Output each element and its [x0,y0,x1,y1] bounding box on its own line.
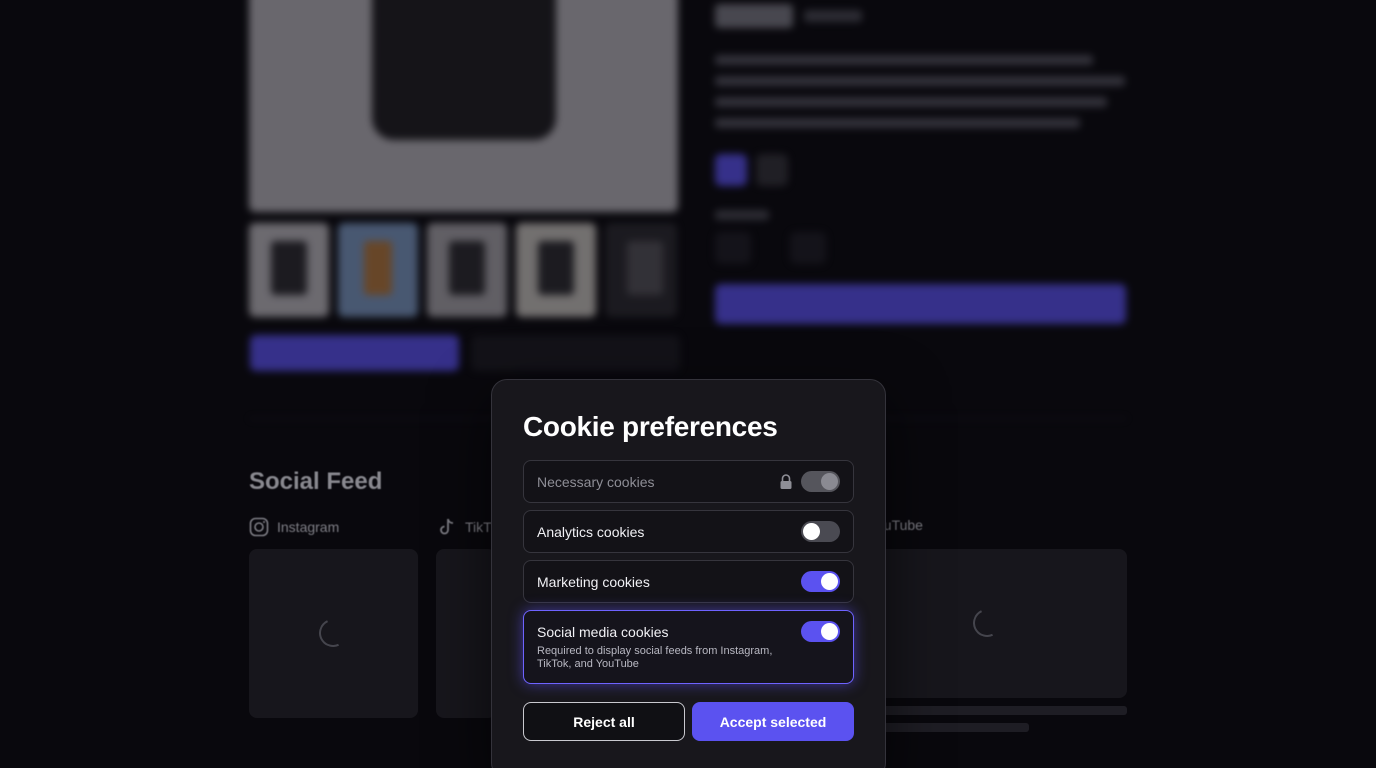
loading-spinner-icon [969,605,1005,641]
feed-column-tiktok: TikT [437,517,492,537]
option-label: Marketing cookies [537,574,650,590]
analytics-cookies-toggle[interactable] [801,521,840,542]
instagram-feed-card [249,549,418,718]
loading-spinner-icon [315,615,351,651]
cookie-preferences-modal: Cookie preferences Necessary cookies Ana… [491,379,886,768]
feed-column-instagram: Instagram [249,517,339,537]
modal-title: Cookie preferences [523,411,778,442]
option-label: Analytics cookies [537,524,645,540]
accept-selected-button[interactable]: Accept selected [692,702,854,741]
social-feed-title: Social Feed [249,468,383,495]
marketing-cookies-toggle[interactable] [801,571,840,592]
feed-column-label: Instagram [277,519,340,535]
youtube-placeholder-line [876,723,1029,732]
tiktok-feed-card [436,549,496,718]
reject-all-button[interactable]: Reject all [523,702,685,741]
tiktok-icon [440,518,454,535]
option-label: Necessary cookies [537,474,655,490]
option-description: Required to display social feeds from In… [537,645,773,670]
instagram-icon [249,517,269,537]
option-necessary-cookies: Necessary cookies [523,460,854,503]
option-marketing-cookies[interactable]: Marketing cookies [523,560,854,603]
necessary-cookies-toggle [801,471,840,492]
social-media-cookies-toggle[interactable] [801,621,840,642]
youtube-feed-card [870,549,1127,698]
option-label: Social media cookies [537,624,669,640]
lock-icon [780,474,792,489]
youtube-placeholder-line [876,706,1127,715]
feed-column-label: TikT [465,519,492,535]
option-analytics-cookies[interactable]: Analytics cookies [523,510,854,553]
option-social-media-cookies[interactable]: Social media cookies Required to display… [523,610,854,684]
